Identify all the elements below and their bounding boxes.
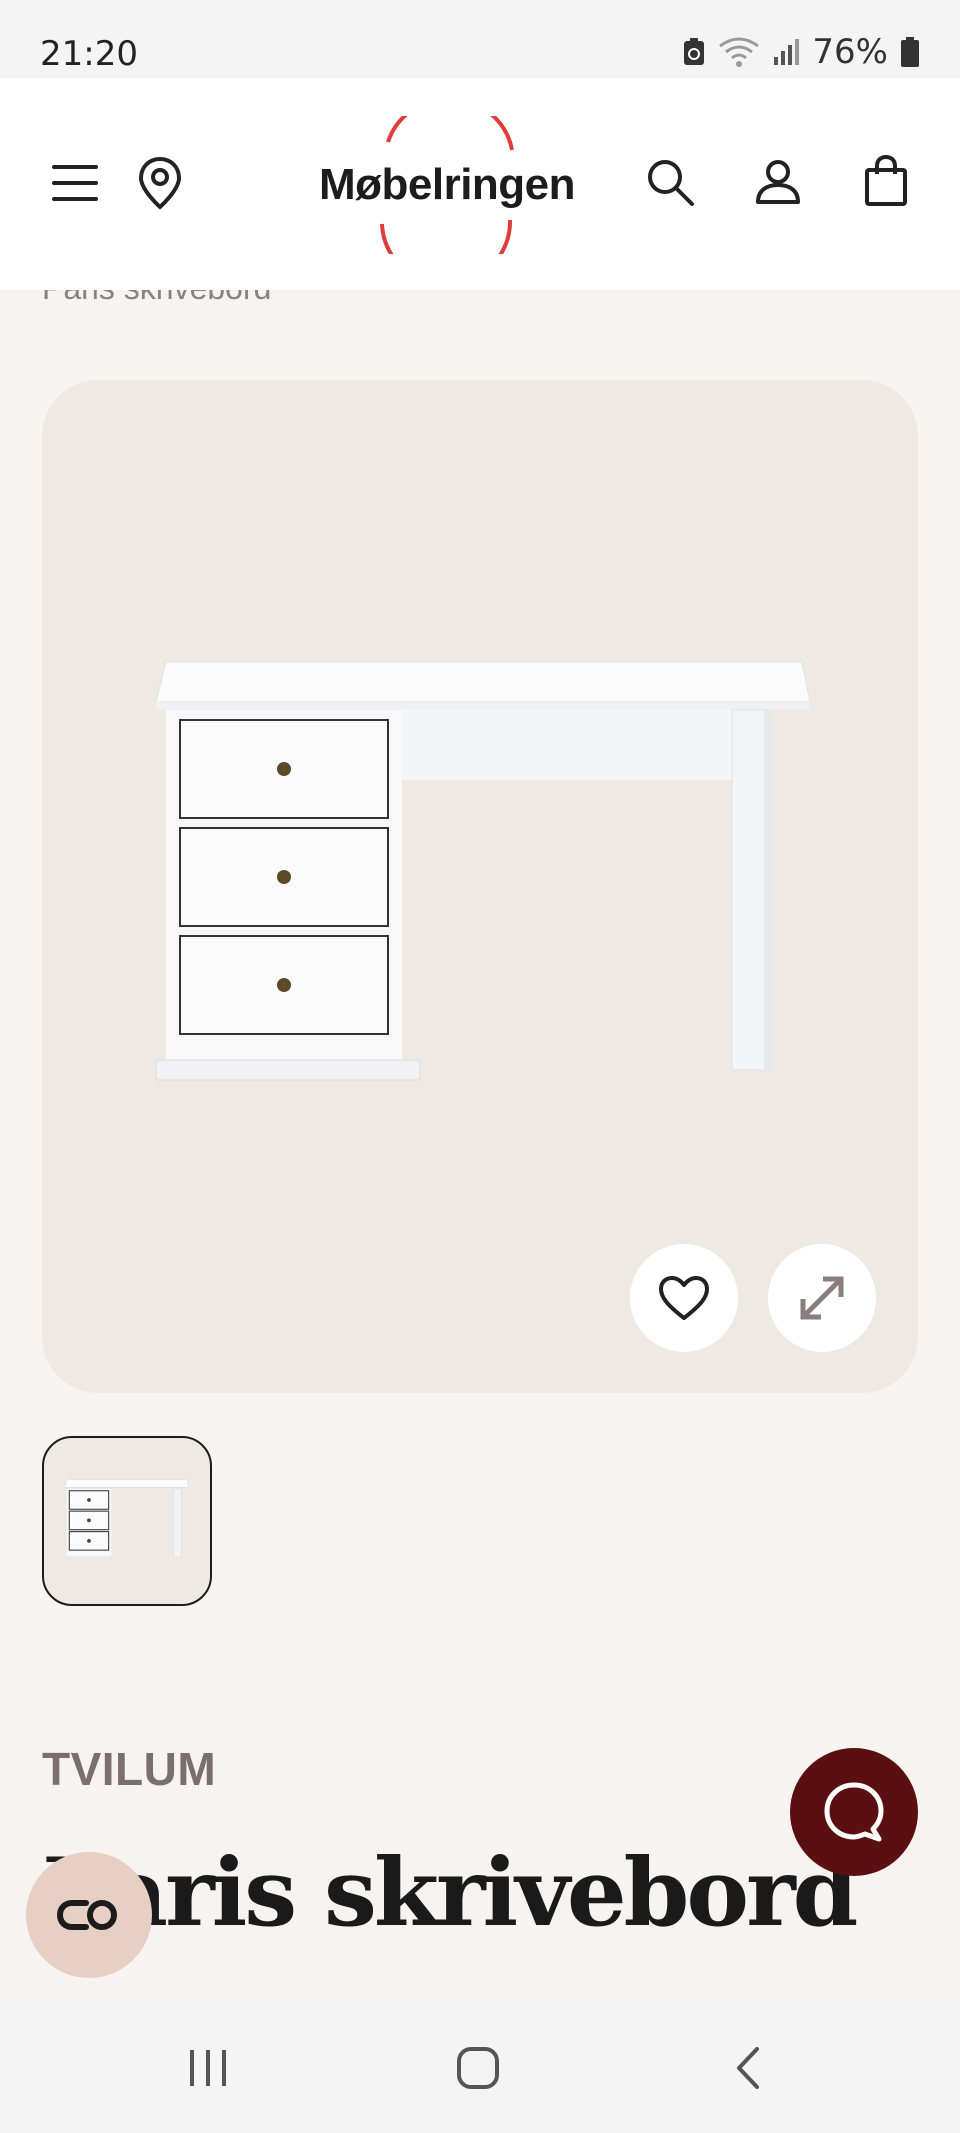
home-button[interactable] [428,2033,528,2103]
gallery-thumbnail[interactable] [42,1436,212,1606]
user-icon [756,160,800,204]
link-icon [56,1900,117,1930]
back-icon [737,2047,759,2089]
menu-button[interactable] [42,150,108,216]
menu-icon [52,165,98,201]
signal-icon [774,39,800,65]
site-header: Møbelringen [0,78,960,290]
status-icons: 76% [682,32,920,72]
search-icon [648,160,694,206]
location-pin-icon [138,156,182,210]
thumbnail-desk-image [64,1479,189,1558]
home-icon [457,2047,499,2089]
product-brand[interactable]: TVILUM [42,1742,216,1796]
chat-button[interactable] [790,1748,918,1876]
product-image-gallery[interactable] [42,380,918,1393]
recent-apps-icon [190,2050,226,2086]
wifi-icon [719,37,760,67]
shopping-bag-icon [865,154,907,206]
battery-icon [901,37,919,67]
recent-apps-button[interactable] [158,2033,258,2103]
system-nav-bar [0,2003,960,2133]
cart-button[interactable] [856,148,916,214]
logo-text: Møbelringen [318,160,576,209]
search-button[interactable] [640,152,700,212]
product-title-text: Paris skrivebord [42,1838,858,1948]
store-locator-button[interactable] [130,150,190,216]
product-title: Paris skrivebord [42,1838,858,1948]
expand-icon [800,1276,844,1320]
back-button[interactable] [698,2033,798,2103]
favorite-button[interactable] [630,1244,738,1352]
site-logo[interactable]: Møbelringen [312,116,582,254]
battery-saver-icon [684,38,705,65]
header-bottom-edge [0,270,960,290]
heart-icon [659,1276,709,1320]
product-image-desk [155,661,811,1081]
account-button[interactable] [748,152,808,212]
fullscreen-button[interactable] [768,1244,876,1352]
battery-percent: 76% [812,32,888,72]
accessibility-button[interactable] [26,1852,152,1978]
status-time: 21:20 [40,34,138,74]
status-bar: 21:20 76% [0,0,960,78]
chat-bubble-icon [824,1782,884,1842]
